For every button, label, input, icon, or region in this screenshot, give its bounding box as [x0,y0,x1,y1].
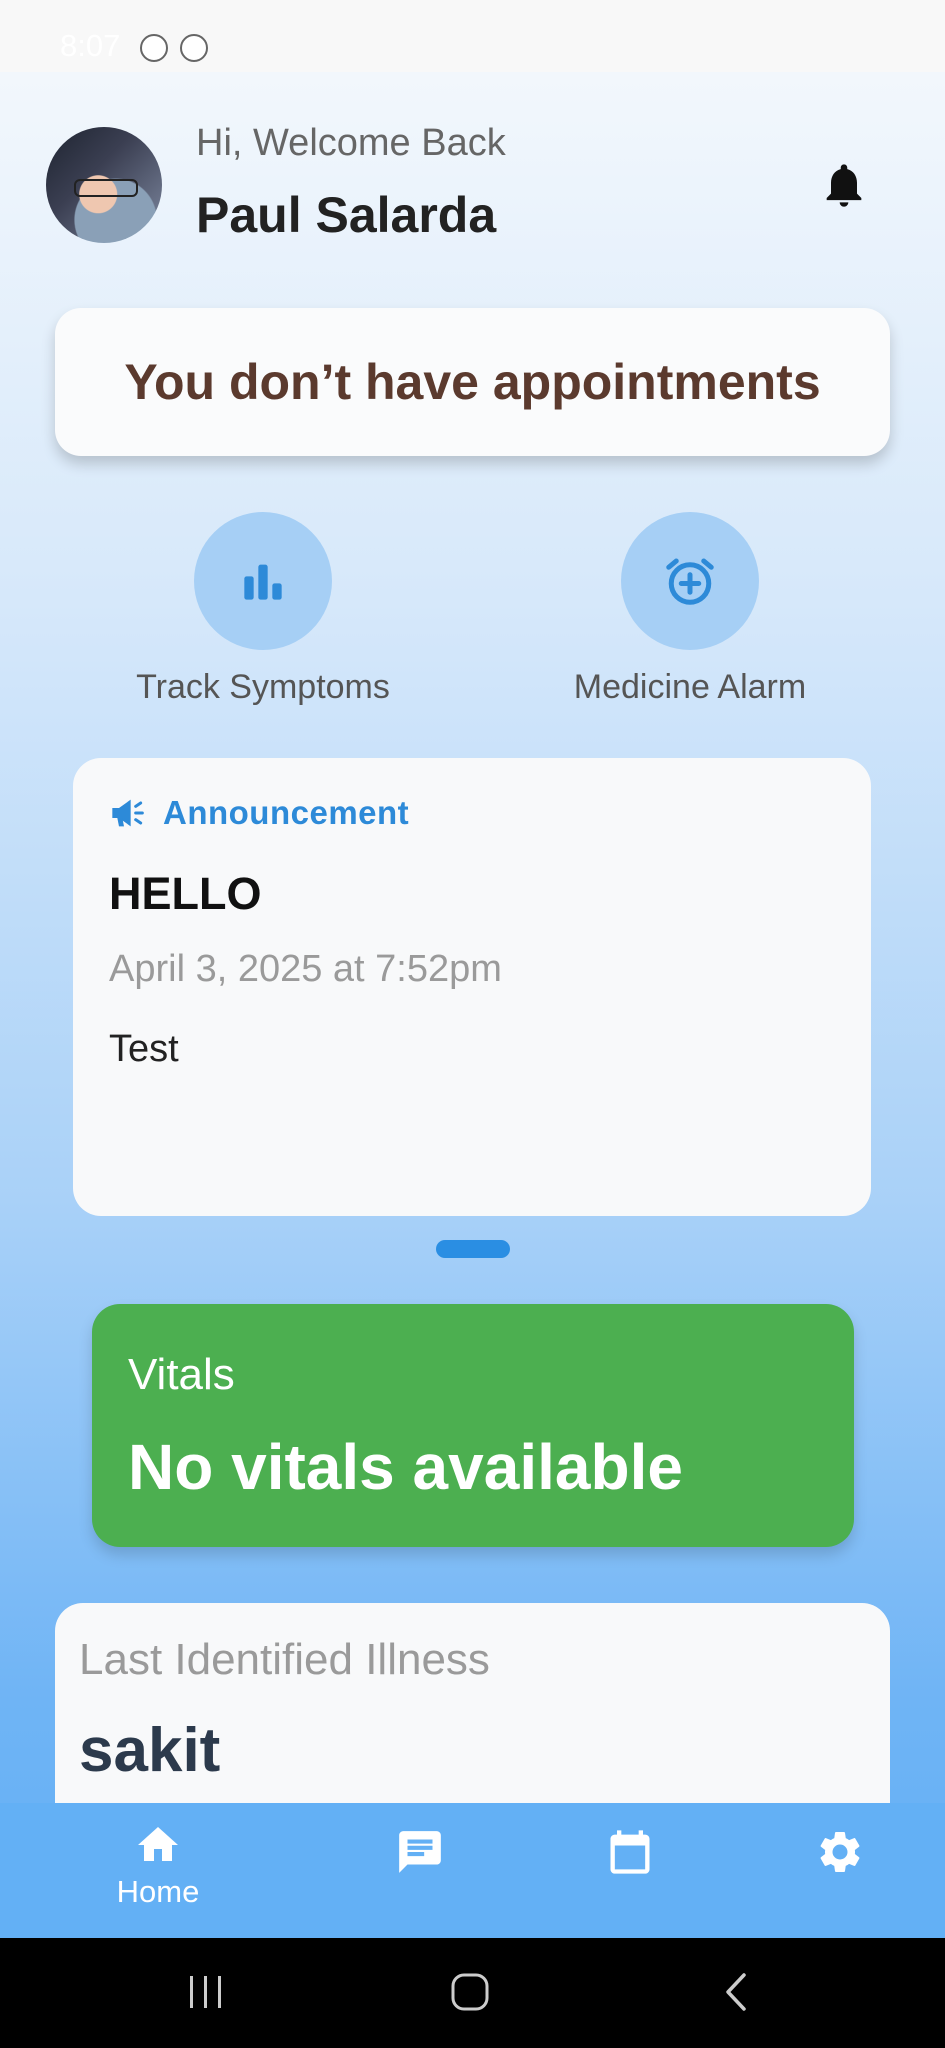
home-nav-icon[interactable] [450,1972,490,2012]
vitals-card[interactable]: Vitals No vitals available [92,1304,854,1547]
alarm-add-icon [666,558,714,605]
appointments-card[interactable]: You don’t have appointments [55,308,890,456]
avatar-glasses [74,179,138,197]
nav-home-label: Home [116,1874,200,1909]
announcement-card[interactable]: Announcement HELLO April 3, 2025 at 7:52… [73,758,871,1216]
bell-icon[interactable] [818,154,870,216]
avatar[interactable] [46,127,162,243]
carousel-indicator[interactable] [436,1240,510,1258]
track-symptoms-label: Track Symptoms [136,668,390,706]
bar-chart-icon [244,564,282,600]
announcement-header: Announcement [109,794,409,832]
chat-icon [399,1831,441,1873]
home-icon [138,1827,178,1861]
last-illness-card[interactable]: Last Identified Illness sakit [55,1603,890,1803]
nav-chat[interactable] [340,1821,500,1882]
track-symptoms-circle[interactable] [194,512,332,650]
vitals-label: Vitals [128,1350,235,1399]
calendar-icon [610,1830,650,1874]
appointments-message: You don’t have appointments [124,354,821,410]
user-name: Paul Salarda [196,187,497,243]
greeting-text: Hi, Welcome Back [196,122,506,164]
medicine-alarm-button[interactable]: Medicine Alarm [540,512,840,707]
announcement-title: HELLO [109,868,262,919]
announcement-date: April 3, 2025 at 7:52pm [109,948,502,990]
status-time: 8:07 [60,28,121,63]
vitals-value: No vitals available [128,1431,683,1503]
status-bar: 8:07 [0,0,945,72]
announcement-label: Announcement [163,794,410,831]
settings-icon [820,1832,860,1872]
megaphone-icon [112,799,144,827]
nav-calendar[interactable] [550,1821,710,1883]
bottom-nav: Home [0,1803,945,1938]
recent-apps-icon[interactable] [186,1974,226,2010]
nav-home[interactable]: Home [78,1821,238,1910]
back-icon[interactable] [722,1972,750,2012]
last-illness-value: sakit [79,1716,221,1785]
medicine-alarm-label: Medicine Alarm [573,668,807,706]
app-notification-icon [180,34,208,62]
announcement-body: Test [109,1028,179,1070]
nav-settings[interactable] [760,1821,920,1882]
last-illness-label: Last Identified Illness [79,1635,490,1684]
system-nav-bar [0,1938,945,2048]
medicine-alarm-circle[interactable] [621,512,759,650]
track-symptoms-button[interactable]: Track Symptoms [113,512,413,707]
app-notification-icon [140,34,168,62]
